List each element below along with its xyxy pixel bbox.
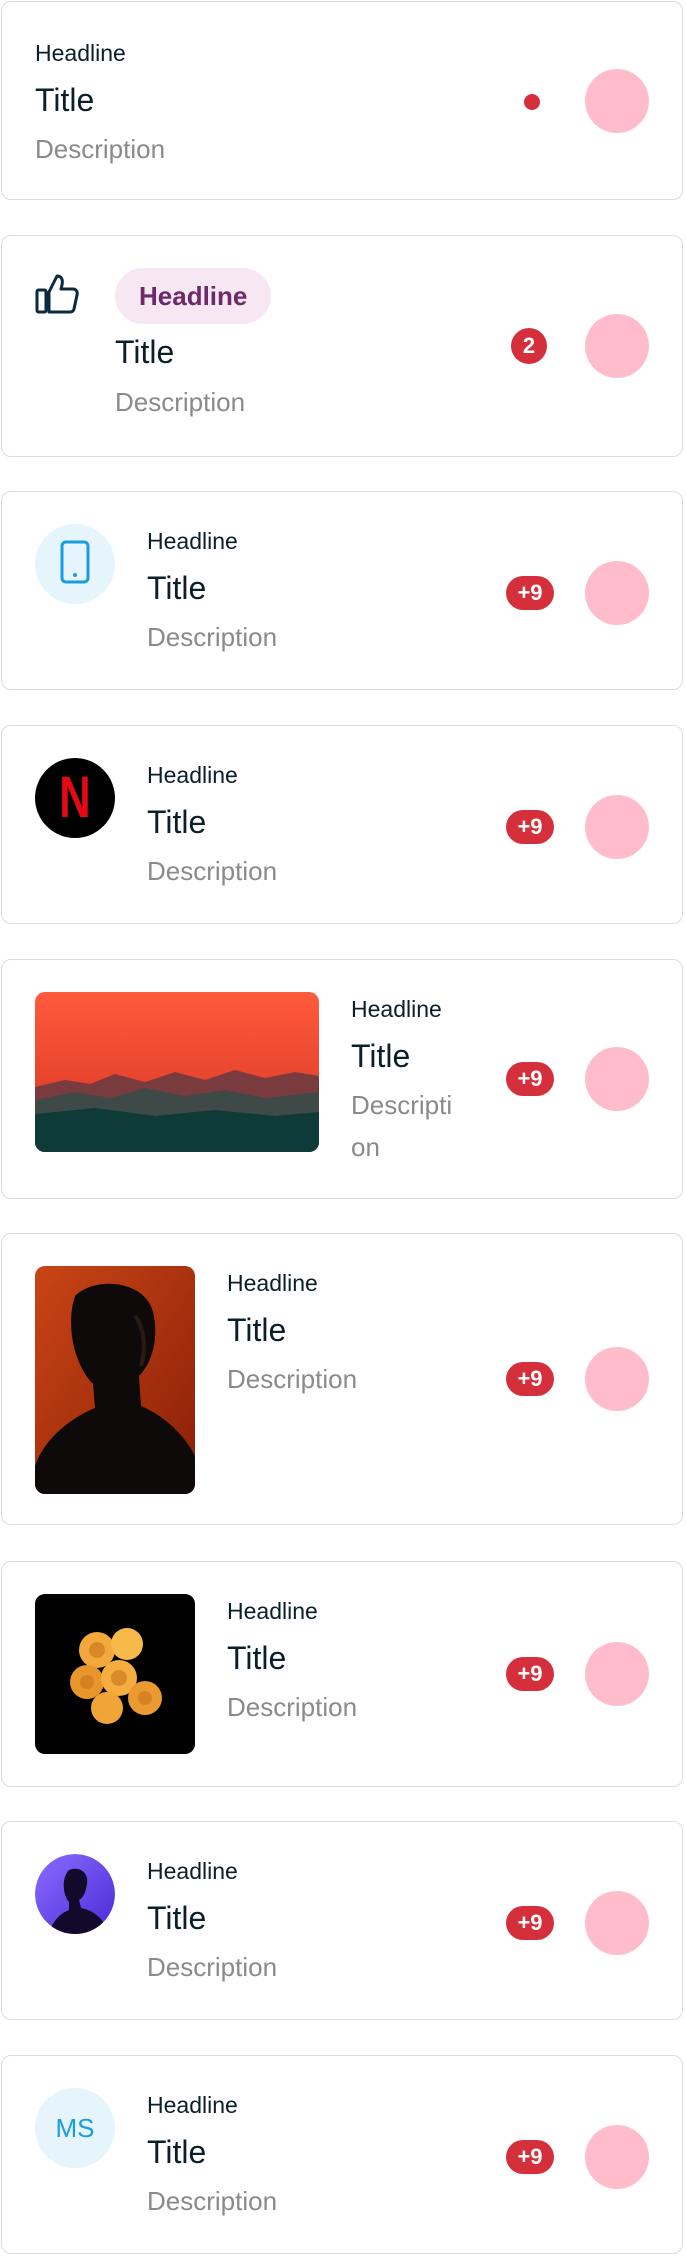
item-headline: Headline xyxy=(35,40,126,66)
list-item-8[interactable]: Headline Title Description +9 xyxy=(1,1821,683,2020)
action-button[interactable] xyxy=(585,314,649,378)
item-description: Description xyxy=(227,1364,358,1394)
action-button[interactable] xyxy=(585,1347,649,1411)
action-button[interactable] xyxy=(585,69,649,133)
avatar-initials: MS xyxy=(35,2088,115,2168)
list-item-5[interactable]: Headline Title Descripti on +9 xyxy=(1,959,683,1199)
notification-badge: +9 xyxy=(506,2140,554,2174)
item-description: Description xyxy=(35,134,166,164)
item-description: Description xyxy=(147,856,278,886)
action-button[interactable] xyxy=(585,561,649,625)
item-title: Title xyxy=(147,570,207,606)
item-title: Title xyxy=(147,2134,207,2170)
item-title: Title xyxy=(147,804,207,840)
item-title: Title xyxy=(227,1640,287,1676)
portrait-image xyxy=(35,1266,195,1494)
netflix-logo: N xyxy=(35,758,115,838)
landscape-image xyxy=(35,992,319,1152)
flowers-image xyxy=(35,1594,195,1754)
list-item-4[interactable]: N Headline Title Description +9 xyxy=(1,725,683,924)
notification-badge: 2 xyxy=(511,328,547,364)
list-item-3[interactable]: Headline Title Description +9 xyxy=(1,491,683,690)
list-item-7[interactable]: Headline Title Description +9 xyxy=(1,1561,683,1787)
item-headline: Headline xyxy=(227,1598,318,1624)
item-headline: Headline xyxy=(227,1270,318,1296)
item-description: Description xyxy=(115,387,246,417)
item-description: Description xyxy=(147,1952,278,1982)
action-button[interactable] xyxy=(585,2125,649,2189)
item-description-cont: on xyxy=(351,1132,380,1162)
item-headline: Headline xyxy=(147,1858,238,1884)
notification-badge: +9 xyxy=(506,1657,554,1691)
item-description: Description xyxy=(227,1692,358,1722)
notification-badge: +9 xyxy=(506,1906,554,1940)
item-headline: Headline xyxy=(147,2092,238,2118)
avatar xyxy=(35,524,115,604)
item-title: Title xyxy=(35,82,95,118)
smartphone-icon xyxy=(60,540,90,589)
list-item-2[interactable]: Headline Title Description 2 xyxy=(1,235,683,457)
notification-badge: +9 xyxy=(506,810,554,844)
notification-badge: +9 xyxy=(506,1062,554,1096)
list-item-6[interactable]: Headline Title Description +9 xyxy=(1,1233,683,1525)
notification-badge: +9 xyxy=(506,576,554,610)
item-title: Title xyxy=(115,334,175,370)
action-button[interactable] xyxy=(585,795,649,859)
list-item-1[interactable]: Headline Title Description xyxy=(1,1,683,200)
item-title: Title xyxy=(351,1038,411,1074)
avatar xyxy=(35,1854,115,1934)
status-dot xyxy=(524,94,540,110)
action-button[interactable] xyxy=(585,1642,649,1706)
item-title: Title xyxy=(227,1312,287,1348)
thumbs-up-icon xyxy=(35,272,79,316)
item-headline: Headline xyxy=(147,528,238,554)
item-description: Descripti xyxy=(351,1090,453,1120)
item-headline: Headline xyxy=(147,762,238,788)
item-description: Description xyxy=(147,622,278,652)
list-item-9[interactable]: MS Headline Title Description +9 xyxy=(1,2055,683,2254)
item-description: Description xyxy=(147,2186,278,2216)
action-button[interactable] xyxy=(585,1891,649,1955)
notification-badge: +9 xyxy=(506,1362,554,1396)
headline-chip: Headline xyxy=(115,268,272,324)
item-title: Title xyxy=(147,1900,207,1936)
action-button[interactable] xyxy=(585,1047,649,1111)
item-headline: Headline xyxy=(351,996,442,1022)
